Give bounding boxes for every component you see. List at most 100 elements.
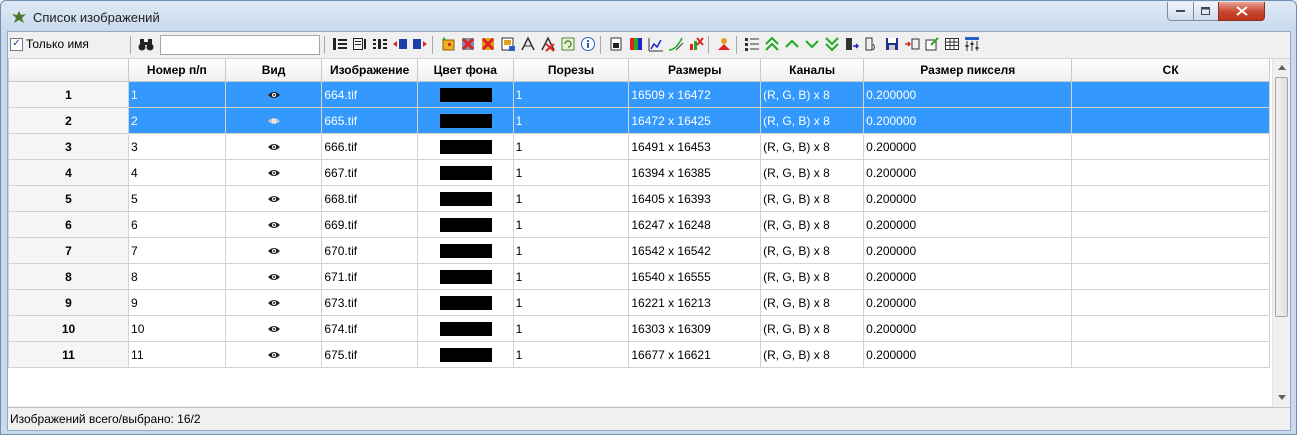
cell-num[interactable]: 6 [128, 211, 226, 238]
edit-icon[interactable] [924, 36, 940, 52]
curve-icon[interactable] [668, 36, 684, 52]
table-row[interactable]: 11 11 675.tif 1 16677 x 16621 (R, G, B) x 8 0.… [8, 341, 1270, 368]
cell-num[interactable]: 7 [128, 237, 226, 264]
cell-sk[interactable] [1071, 81, 1270, 108]
eye-icon[interactable] [267, 247, 280, 255]
export-icon[interactable] [844, 36, 860, 52]
cell-channels[interactable]: (R, G, B) x 8 [760, 237, 865, 264]
visibility-cell[interactable] [224, 133, 323, 160]
person-icon[interactable] [716, 36, 732, 52]
color-swatch[interactable] [440, 295, 493, 310]
cell-channels[interactable]: (R, G, B) x 8 [760, 185, 865, 212]
cell-channels[interactable]: (R, G, B) x 8 [760, 289, 865, 316]
cell-num[interactable]: 8 [128, 263, 226, 290]
visibility-cell[interactable] [224, 185, 323, 212]
row-header[interactable]: 1 [8, 81, 130, 108]
cell-sk[interactable] [1071, 159, 1270, 186]
remove-channel-icon[interactable] [688, 36, 704, 52]
cell-image[interactable]: 669.tif [321, 211, 418, 238]
cell-size[interactable]: 16394 x 16385 [628, 159, 762, 186]
list-cols-icon[interactable] [352, 36, 368, 52]
move-left-icon[interactable] [392, 36, 408, 52]
cell-sk[interactable] [1071, 315, 1270, 342]
table-icon[interactable] [944, 36, 960, 52]
bg-color-cell[interactable] [416, 289, 514, 316]
bg-color-cell[interactable] [416, 107, 514, 134]
list-grid-icon[interactable] [372, 36, 388, 52]
cell-image[interactable]: 667.tif [321, 159, 418, 186]
visibility-cell[interactable] [224, 159, 323, 186]
insert-icon[interactable] [904, 36, 920, 52]
cell-channels[interactable]: (R, G, B) x 8 [760, 263, 865, 290]
col-header[interactable]: Вид [224, 59, 323, 82]
color-channels-icon[interactable] [628, 36, 644, 52]
cell-pixel[interactable]: 0.200000 [863, 81, 1073, 108]
only-name-checkbox[interactable]: ✓ Только имя [10, 37, 89, 51]
cell-sk[interactable] [1071, 211, 1270, 238]
bg-color-cell[interactable] [416, 211, 514, 238]
cell-num[interactable]: 2 [128, 107, 226, 134]
cell-cuts[interactable]: 1 [512, 133, 630, 160]
visibility-cell[interactable] [224, 81, 323, 108]
row-header[interactable]: 9 [8, 289, 130, 316]
vertical-scrollbar[interactable] [1272, 59, 1290, 406]
page-icon[interactable] [608, 36, 624, 52]
title-bar[interactable]: Список изображений [1, 1, 1296, 31]
color-swatch[interactable] [440, 347, 493, 362]
bg-color-cell[interactable] [416, 341, 514, 368]
row-header[interactable]: 10 [8, 315, 130, 342]
col-header[interactable]: Порезы [512, 59, 630, 82]
histogram-icon[interactable] [648, 36, 664, 52]
row-header[interactable]: 6 [8, 211, 130, 238]
bg-color-cell[interactable] [416, 159, 514, 186]
eye-icon[interactable] [267, 221, 280, 229]
move-up-icon[interactable] [784, 36, 800, 52]
cell-sk[interactable] [1071, 133, 1270, 160]
col-header[interactable]: СК [1071, 59, 1270, 82]
maximize-button[interactable] [1193, 2, 1219, 21]
row-header[interactable]: 2 [8, 107, 130, 134]
move-bottom-icon[interactable] [824, 36, 840, 52]
color-swatch[interactable] [440, 243, 493, 258]
col-header[interactable]: Изображение [321, 59, 418, 82]
cell-size[interactable]: 16491 x 16453 [628, 133, 762, 160]
cell-num[interactable]: 4 [128, 159, 226, 186]
bg-color-cell[interactable] [416, 263, 514, 290]
cell-pixel[interactable]: 0.200000 [863, 237, 1073, 264]
cell-pixel[interactable]: 0.200000 [863, 133, 1073, 160]
color-swatch[interactable] [440, 139, 493, 154]
cell-channels[interactable]: (R, G, B) x 8 [760, 315, 865, 342]
list-lines-icon[interactable] [332, 36, 348, 52]
move-top-icon[interactable] [764, 36, 780, 52]
cell-size[interactable]: 16221 x 16213 [628, 289, 762, 316]
cell-image[interactable]: 675.tif [321, 341, 418, 368]
cell-num[interactable]: 5 [128, 185, 226, 212]
row-header[interactable]: 3 [8, 133, 130, 160]
crop-delete-icon[interactable] [540, 36, 556, 52]
image-props-icon[interactable] [500, 36, 516, 52]
cell-image[interactable]: 668.tif [321, 185, 418, 212]
cell-image[interactable]: 674.tif [321, 315, 418, 342]
row-header[interactable]: 4 [8, 159, 130, 186]
row-header[interactable]: 7 [8, 237, 130, 264]
bg-color-cell[interactable] [416, 133, 514, 160]
cell-sk[interactable] [1071, 107, 1270, 134]
move-right-icon[interactable] [412, 36, 428, 52]
cell-cuts[interactable]: 1 [512, 211, 630, 238]
row-header[interactable]: 11 [8, 341, 130, 368]
col-header[interactable]: Размер пикселя [863, 59, 1073, 82]
save-icon[interactable] [884, 36, 900, 52]
color-swatch[interactable] [440, 269, 493, 284]
eye-icon[interactable] [267, 273, 280, 281]
move-down-icon[interactable] [804, 36, 820, 52]
cell-image[interactable]: 665.tif [321, 107, 418, 134]
cell-pixel[interactable]: 0.200000 [863, 315, 1073, 342]
numbering-icon[interactable] [744, 36, 760, 52]
cell-size[interactable]: 16472 x 16425 [628, 107, 762, 134]
cell-image[interactable]: 664.tif [321, 81, 418, 108]
cell-num[interactable]: 11 [128, 341, 226, 368]
cell-size[interactable]: 16542 x 16542 [628, 237, 762, 264]
close-button[interactable] [1218, 2, 1265, 21]
scroll-up-button[interactable] [1273, 59, 1290, 76]
scroll-thumb[interactable] [1275, 77, 1288, 317]
